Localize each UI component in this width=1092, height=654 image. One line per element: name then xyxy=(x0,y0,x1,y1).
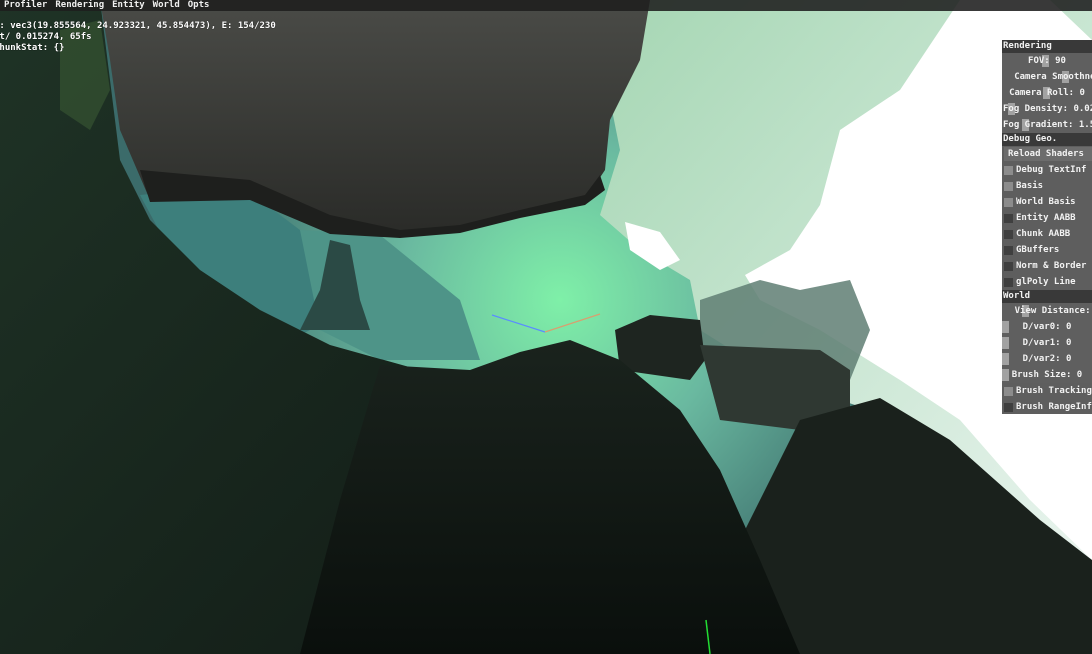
camera-smoothness-label: Camera Smoothness: xyxy=(1014,72,1092,82)
fog-gradient-slider[interactable]: Fog Gradient: 1.5 xyxy=(1002,117,1092,133)
hud-position: p: vec3(19.855564, 24.923321, 45.854473)… xyxy=(0,21,276,31)
reload-shaders-row: Reload Shaders xyxy=(1002,146,1092,162)
norm-border-checkbox[interactable]: Norm & Border xyxy=(1002,258,1092,274)
world-basis-checkbox[interactable]: World Basis xyxy=(1002,194,1092,210)
norm-border-box[interactable] xyxy=(1004,262,1013,271)
norm-border-label: Norm & Border xyxy=(1016,261,1087,271)
fog-density-label: Fog Density: 0.02 xyxy=(1003,104,1092,114)
chunk-aabb-checkbox[interactable]: Chunk AABB xyxy=(1002,226,1092,242)
fov-slider[interactable]: FOV: 90 xyxy=(1002,53,1092,69)
brush-size-slider[interactable]: Brush Size: 0 xyxy=(1002,367,1092,383)
gbuffers-label: GBuffers xyxy=(1016,245,1060,255)
hud-overlay: p: vec3(19.855564, 24.923321, 45.854473)… xyxy=(0,21,276,54)
brush-tracking-label: Brush Tracking xyxy=(1016,386,1092,396)
entity-aabb-checkbox[interactable]: Entity AABB xyxy=(1002,210,1092,226)
brush-size-label: Brush Size: 0 xyxy=(1011,370,1083,380)
chunk-aabb-box[interactable] xyxy=(1004,230,1013,239)
camera-roll-slider[interactable]: Camera Roll: 0 xyxy=(1002,85,1092,101)
fog-gradient-label: Fog Gradient: 1.5 xyxy=(1003,120,1092,130)
dvar2-slider[interactable]: D/var2: 0 xyxy=(1002,351,1092,367)
camera-roll-label: Camera Roll: 0 xyxy=(1009,88,1085,98)
gbuffers-checkbox[interactable]: GBuffers xyxy=(1002,242,1092,258)
fog-density-slider[interactable]: Fog Density: 0.02 xyxy=(1002,101,1092,117)
reload-shaders-button[interactable]: Reload Shaders xyxy=(1004,147,1092,161)
brush-rangeinfo-checkbox[interactable]: Brush RangeInf xyxy=(1002,399,1092,414)
menu-world[interactable]: World xyxy=(153,0,180,11)
view-distance-slider[interactable]: View Distance: 1 xyxy=(1002,303,1092,319)
gbuffers-box[interactable] xyxy=(1004,246,1013,255)
dvar0-label: D/var0: 0 xyxy=(1022,322,1072,332)
cave-viewport[interactable] xyxy=(0,0,1092,654)
menu-profiler[interactable]: Profiler xyxy=(4,0,47,11)
view-distance-label: View Distance: 1 xyxy=(1014,306,1092,316)
debug-panel: Rendering FOV: 90 Camera Smoothness: Cam… xyxy=(1002,40,1092,414)
dvar2-label: D/var2: 0 xyxy=(1022,354,1072,364)
brush-tracking-checkbox[interactable]: Brush Tracking xyxy=(1002,383,1092,399)
fov-label: FOV: 90 xyxy=(1028,56,1066,66)
entity-aabb-box[interactable] xyxy=(1004,214,1013,223)
menu-entity[interactable]: Entity xyxy=(112,0,145,11)
debug-textinf-box[interactable] xyxy=(1004,166,1013,175)
section-debug-geo-header[interactable]: Debug Geo. xyxy=(1002,133,1092,146)
basis-box[interactable] xyxy=(1004,182,1013,191)
debug-textinf-checkbox[interactable]: Debug TextInf xyxy=(1002,162,1092,178)
chunk-aabb-label: Chunk AABB xyxy=(1016,229,1071,239)
dvar1-label: D/var1: 0 xyxy=(1022,338,1072,348)
menu-opts[interactable]: Opts xyxy=(188,0,210,11)
glpoly-line-label: glPoly Line xyxy=(1016,277,1076,287)
section-rendering-header[interactable]: Rendering xyxy=(1002,40,1092,53)
basis-label: Basis xyxy=(1016,181,1044,191)
debug-textinf-label: Debug TextInf xyxy=(1016,165,1087,175)
dvar0-slider[interactable]: D/var0: 0 xyxy=(1002,319,1092,335)
hud-frametime: dt/ 0.015274, 65fs xyxy=(0,32,92,42)
brush-rangeinfo-box[interactable] xyxy=(1004,403,1013,412)
dvar1-slider[interactable]: D/var1: 0 xyxy=(1002,335,1092,351)
world-basis-box[interactable] xyxy=(1004,198,1013,207)
section-world-header[interactable]: World xyxy=(1002,290,1092,303)
brush-tracking-box[interactable] xyxy=(1004,387,1013,396)
brush-rangeinfo-label: Brush RangeInf xyxy=(1016,402,1092,412)
camera-smoothness-slider[interactable]: Camera Smoothness: xyxy=(1002,69,1092,85)
world-basis-label: World Basis xyxy=(1016,197,1076,207)
menu-bar: Profiler Rendering Entity World Opts xyxy=(0,0,1092,11)
hud-chunkstat: ChunkStat: {} xyxy=(0,43,65,53)
glpoly-line-box[interactable] xyxy=(1004,278,1013,287)
entity-aabb-label: Entity AABB xyxy=(1016,213,1076,223)
menu-rendering[interactable]: Rendering xyxy=(55,0,104,11)
basis-checkbox[interactable]: Basis xyxy=(1002,178,1092,194)
glpoly-line-checkbox[interactable]: glPoly Line xyxy=(1002,274,1092,290)
